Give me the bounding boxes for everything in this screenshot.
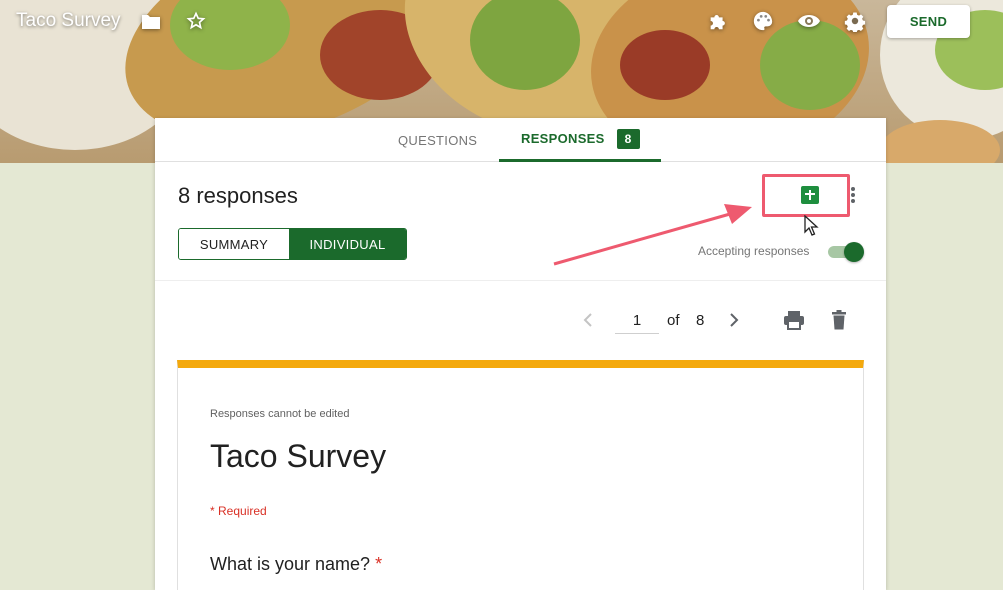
next-response-button[interactable] [729, 308, 743, 332]
annotation-highlight-box [762, 174, 850, 217]
question-title: What is your name? * [210, 554, 382, 575]
trash-icon[interactable] [831, 308, 851, 332]
form-title: Taco Survey [210, 438, 387, 474]
gear-icon[interactable] [843, 9, 867, 33]
previous-response-button[interactable] [583, 308, 597, 332]
page-number-input[interactable]: 1 [615, 308, 659, 334]
required-notice: * Required [210, 504, 267, 518]
cannot-edit-notice: Responses cannot be edited [210, 408, 350, 420]
tab-responses-label: RESPONSES [521, 131, 605, 146]
responses-count-badge: 8 [616, 128, 640, 149]
print-icon[interactable] [783, 308, 807, 332]
response-form-card: Responses cannot be edited Taco Survey *… [177, 360, 864, 590]
accepting-responses-toggle[interactable] [828, 242, 864, 262]
top-bar: Taco Survey SEND [0, 0, 1003, 44]
responses-count-heading: 8 responses [178, 183, 298, 208]
app-title[interactable]: Taco Survey [16, 10, 121, 32]
palette-icon[interactable] [751, 9, 775, 33]
puzzle-icon[interactable] [706, 9, 730, 33]
form-card: QUESTIONS RESPONSES 8 8 responses SUMMAR… [155, 118, 886, 590]
question-text: What is your name? [210, 554, 371, 574]
eye-icon[interactable] [797, 9, 821, 33]
send-button[interactable]: SEND [887, 5, 970, 38]
page-of-label: of [667, 311, 680, 329]
tab-questions[interactable]: QUESTIONS [398, 118, 477, 162]
star-icon[interactable] [184, 9, 208, 33]
accepting-responses-label: Accepting responses [698, 244, 810, 258]
tab-bar: QUESTIONS RESPONSES 8 [155, 118, 886, 162]
tab-responses[interactable]: RESPONSES 8 [499, 118, 661, 162]
summary-button[interactable]: SUMMARY [179, 229, 289, 259]
individual-button[interactable]: INDIVIDUAL [289, 229, 406, 259]
page-total: 8 [696, 311, 705, 329]
divider [155, 280, 886, 281]
more-vert-icon[interactable] [850, 185, 858, 205]
mouse-cursor-icon [804, 214, 820, 242]
toggle-knob [844, 242, 864, 262]
folder-icon[interactable] [139, 9, 163, 33]
view-toggle: SUMMARY INDIVIDUAL [178, 228, 407, 260]
required-marker: * [375, 554, 383, 574]
